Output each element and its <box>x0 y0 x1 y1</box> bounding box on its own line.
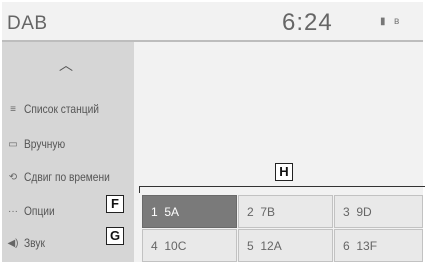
preset-channel: 7B <box>260 204 276 219</box>
bluetooth-icon: ʙ <box>394 16 400 27</box>
preset-channel: 5A <box>164 204 180 219</box>
preset-channel: 9D <box>356 204 372 219</box>
preset-button-4[interactable]: 4 10C <box>142 229 237 262</box>
preset-channel: 12A <box>260 238 282 253</box>
preset-number: 6 <box>343 238 350 253</box>
manual-tune-icon: ▭ <box>8 138 18 150</box>
sidebar-item-label: Опции <box>24 204 55 218</box>
preset-number: 4 <box>151 238 158 253</box>
chevron-up-icon[interactable]: ︿ <box>52 54 80 76</box>
preset-button-6[interactable]: 6 13F <box>334 229 423 262</box>
callout-label-g: G <box>106 227 124 245</box>
preset-button-2[interactable]: 2 7B <box>238 195 333 228</box>
dab-screen: DAB 6:24 ▮ ʙ ︿ ≡ Список станций ▭ Вручну… <box>2 2 423 262</box>
sidebar-item-time-shift[interactable]: ⟲ Сдвиг по времени <box>2 163 134 191</box>
preset-number: 3 <box>343 204 350 219</box>
preset-number: 1 <box>151 204 158 219</box>
source-title: DAB <box>7 13 48 34</box>
options-icon: ··· <box>8 205 18 217</box>
sidebar-item-station-list[interactable]: ≡ Список станций <box>2 95 134 123</box>
callout-bracket <box>139 186 425 193</box>
header-bar: DAB 6:24 ▮ ʙ <box>2 2 423 42</box>
preset-button-1[interactable]: 1 5A <box>142 195 237 228</box>
preset-area: 1 5A 2 7B 3 9D 4 10C 5 12A 6 13F <box>134 42 423 262</box>
callout-label-f: F <box>106 195 124 213</box>
preset-channel: 13F <box>356 238 378 253</box>
sidebar-item-label: Вручную <box>24 137 66 151</box>
clock: 6:24 <box>282 9 333 36</box>
preset-channel: 10C <box>164 238 187 253</box>
preset-button-3[interactable]: 3 9D <box>334 195 423 228</box>
preset-button-5[interactable]: 5 12A <box>238 229 333 262</box>
time-shift-icon: ⟲ <box>8 171 18 183</box>
sidebar-item-label: Звук <box>24 236 45 250</box>
callout-label-h: H <box>275 163 293 181</box>
speaker-icon: ◀) <box>7 237 19 249</box>
sidebar-item-manual[interactable]: ▭ Вручную <box>2 130 134 158</box>
station-list-icon: ≡ <box>10 103 16 115</box>
preset-number: 5 <box>247 238 254 253</box>
battery-icon: ▮ <box>380 16 386 27</box>
preset-number: 2 <box>247 204 254 219</box>
sidebar-item-label: Список станций <box>24 102 99 116</box>
sidebar-item-label: Сдвиг по времени <box>24 170 110 184</box>
